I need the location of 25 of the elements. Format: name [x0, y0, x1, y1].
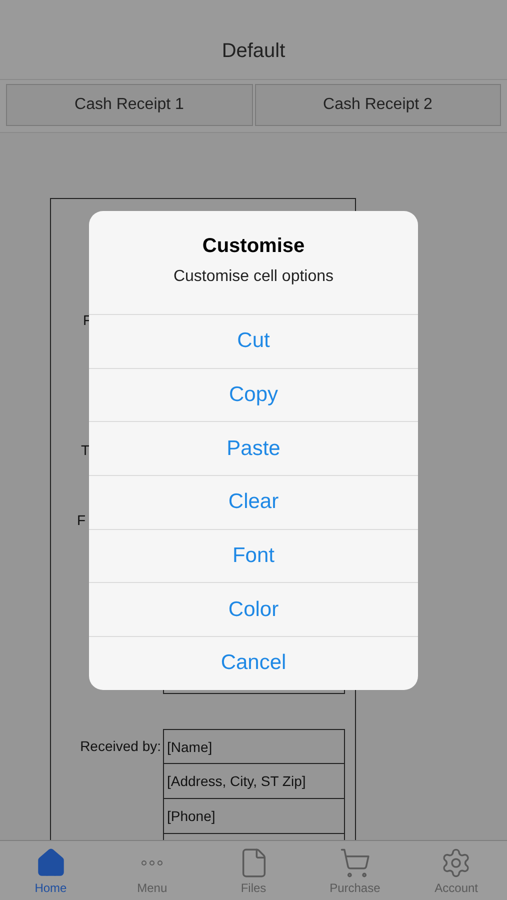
dialog-message: Customise cell options — [173, 268, 334, 286]
dialog-title: Customise — [202, 235, 305, 258]
field-label: T — [81, 442, 90, 460]
tab-bar-item[interactable]: Home — [0, 841, 102, 900]
dialog-action[interactable]: Font — [89, 528, 418, 582]
tab-bar-item[interactable]: Menu — [101, 841, 203, 900]
sheet-tab[interactable]: Cash Receipt 2 — [254, 84, 501, 126]
form-cell[interactable]: [Name] — [163, 729, 345, 764]
dialog-action[interactable]: Cut — [89, 314, 418, 368]
dialog-action[interactable]: Color — [89, 582, 418, 636]
sheet-tab[interactable]: Cash Receipt 1 — [6, 84, 252, 126]
form-cell[interactable]: [Address, City, ST Zip] — [163, 764, 345, 799]
field-label: Received by: — [79, 737, 162, 756]
dialog-action[interactable]: Clear — [89, 475, 418, 529]
tab-bar-item[interactable]: Files — [202, 841, 304, 900]
tab-bar-item[interactable]: Purchase — [304, 841, 406, 900]
dialog-action[interactable]: Copy — [89, 368, 418, 422]
cart-icon — [338, 847, 371, 879]
form-cell[interactable]: [Phone] — [163, 799, 345, 834]
dialog-action[interactable]: Paste — [89, 421, 418, 476]
dots-icon — [141, 860, 164, 866]
screen-title: Default — [222, 40, 286, 63]
dialog-action[interactable]: Cancel — [89, 636, 418, 690]
field-label: F — [77, 512, 86, 530]
tab-bar-item[interactable]: Account — [406, 841, 507, 900]
